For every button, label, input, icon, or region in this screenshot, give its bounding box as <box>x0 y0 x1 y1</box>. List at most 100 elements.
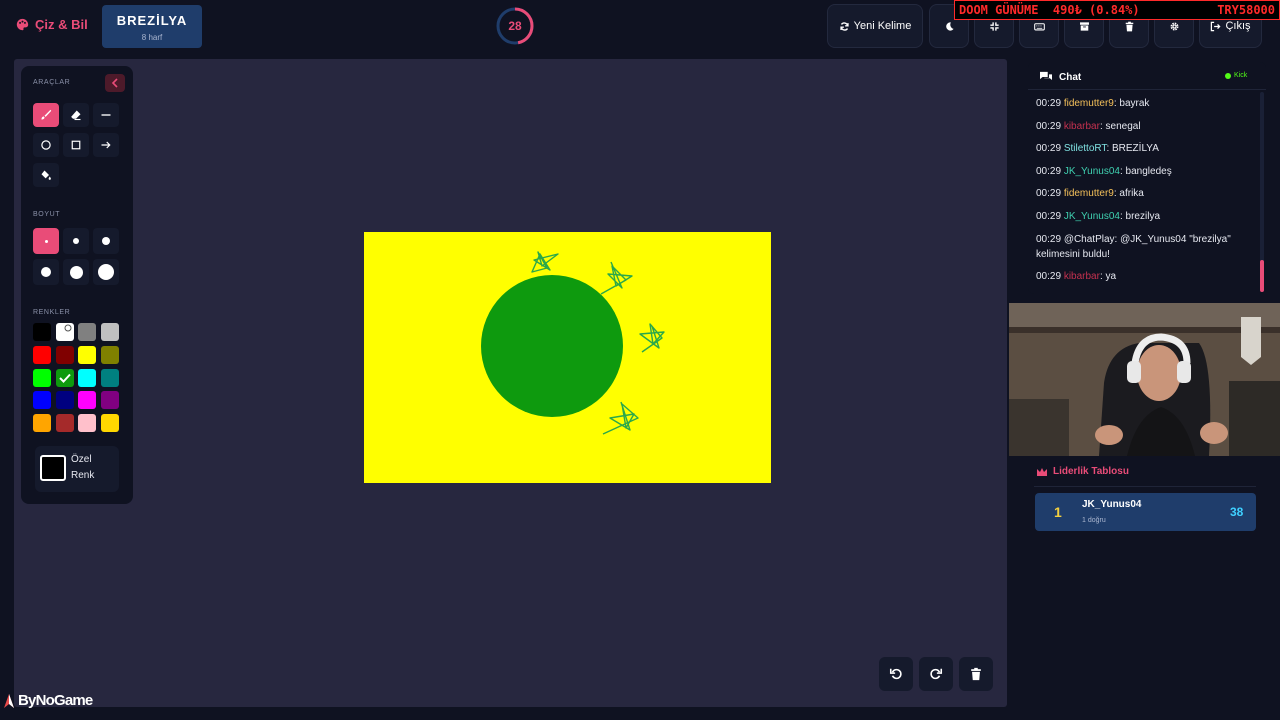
message-user[interactable]: kibarbar <box>1064 271 1100 282</box>
paint-bucket-icon <box>41 170 51 180</box>
redo-icon <box>930 668 943 680</box>
chat-message: 00:29 JK_Yunus04: brezilya <box>1036 209 1258 224</box>
message-user[interactable]: JK_Yunus04 <box>1064 166 1120 177</box>
message-time: 00:29 <box>1036 210 1064 222</box>
collapse-panel-button[interactable] <box>105 74 125 92</box>
message-user[interactable]: fidemutter9 <box>1064 188 1114 199</box>
comments-icon <box>1040 71 1052 80</box>
undo-button[interactable] <box>879 657 913 691</box>
message-text: : bangledeş <box>1119 165 1172 177</box>
color-swatch[interactable] <box>33 414 51 433</box>
line-icon <box>101 114 111 116</box>
color-swatch[interactable] <box>33 368 51 387</box>
message-time: 00:29 <box>1036 143 1064 155</box>
color-swatch[interactable] <box>78 323 96 341</box>
size-option-4[interactable] <box>33 259 59 285</box>
message-time: 00:29 <box>1036 188 1064 200</box>
color-swatch[interactable] <box>100 323 119 341</box>
color-swatch[interactable] <box>33 391 51 410</box>
chat-message: 00:29 @ChatPlay: @JK_Yunus04 "brezilya" … <box>1036 232 1258 262</box>
color-swatch[interactable] <box>33 323 51 341</box>
colors-section-title: RENKLER <box>33 309 71 316</box>
fullscreen-icon <box>989 21 999 31</box>
size-option-5[interactable] <box>63 259 89 285</box>
chat-messages: 00:29 fidemutter9: bayrak 00:29 kibarbar:… <box>1036 96 1258 292</box>
player-rank: 1 <box>1054 504 1062 520</box>
color-swatch[interactable] <box>78 368 96 387</box>
player-correct-count: 1 doğru <box>1082 517 1106 524</box>
clear-canvas-button[interactable] <box>959 657 993 691</box>
message-user[interactable]: kibarbar <box>1064 121 1100 132</box>
redo-button[interactable] <box>919 657 953 691</box>
color-swatch[interactable] <box>55 368 74 387</box>
size-option-1[interactable] <box>33 228 59 254</box>
chat-scrollbar[interactable] <box>1260 92 1264 292</box>
chevron-left-icon <box>111 78 118 88</box>
size-option-2[interactable] <box>63 228 89 254</box>
size-section-title: BOYUT <box>33 211 61 218</box>
check-icon <box>58 373 71 383</box>
logout-label: Çıkış <box>1225 20 1251 32</box>
custom-color-button[interactable]: Özel Renk <box>35 446 119 492</box>
platform-name: Kick <box>1234 72 1248 79</box>
message-user[interactable]: fidemutter9 <box>1064 98 1114 109</box>
watermark-text: ByNoGame <box>18 692 93 709</box>
chat-panel: Chat Kick 00:29 fidemutter9: bayrak 00:29… <box>1028 62 1266 294</box>
message-time: 00:29 <box>1036 165 1064 177</box>
color-swatch[interactable] <box>55 345 74 364</box>
brand-name: Çiz & Bil <box>35 17 88 32</box>
chat-scroll-thumb[interactable] <box>1260 260 1264 292</box>
eraser-tool[interactable] <box>63 103 89 127</box>
line-tool[interactable] <box>93 103 119 127</box>
message-user[interactable]: StilettoRT <box>1064 143 1107 154</box>
message-text: : ya <box>1099 271 1117 283</box>
drawing-image <box>364 232 771 483</box>
current-word-box: BREZİLYA 8 harf <box>102 5 202 48</box>
color-swatch[interactable] <box>100 414 119 433</box>
size-option-3[interactable] <box>93 228 119 254</box>
message-time: 00:29 <box>1036 233 1064 245</box>
webcam-feed <box>1009 303 1280 456</box>
leaderboard-title: Liderlik Tablosu <box>1036 466 1129 477</box>
color-swatch[interactable] <box>55 414 74 433</box>
chat-message: 00:29 fidemutter9: afrika <box>1036 186 1258 201</box>
color-swatch[interactable] <box>78 391 96 410</box>
tools-section-title: ARAÇLAR <box>33 79 71 86</box>
crown-icon <box>1037 467 1047 476</box>
circle-tool[interactable] <box>33 133 59 157</box>
color-swatch[interactable] <box>55 391 74 410</box>
rectangle-tool[interactable] <box>63 133 89 157</box>
brush-tool[interactable] <box>33 103 59 127</box>
brush-icon <box>41 109 52 120</box>
message-time: 00:29 <box>1036 271 1064 283</box>
brand: Çiz & Bil <box>16 17 88 32</box>
color-swatch[interactable] <box>100 368 119 387</box>
trash-icon <box>1125 21 1133 31</box>
leaderboard-title-text: Liderlik Tablosu <box>1053 466 1129 477</box>
stream-ticker: DOOM GÜNÜME 490₺ (0.84%) TRY58000 <box>954 0 1280 20</box>
chat-header: Chat Kick <box>1028 62 1266 90</box>
leaderboard-row: 1 JK_Yunus04 1 doğru 38 <box>1035 493 1256 531</box>
ticker-right: TRY58000 <box>1217 3 1275 17</box>
message-user[interactable]: @ChatPlay <box>1064 234 1115 245</box>
undo-icon <box>889 668 902 680</box>
message-text: : bayrak <box>1113 98 1150 109</box>
message-time: 00:29 <box>1036 120 1064 132</box>
size-option-6[interactable] <box>93 259 119 285</box>
color-swatch[interactable] <box>55 323 74 341</box>
new-word-button[interactable]: Yeni Kelime <box>827 4 923 48</box>
fill-tool[interactable] <box>33 163 59 187</box>
color-swatch[interactable] <box>33 345 51 364</box>
message-text: : senegal <box>1099 120 1141 132</box>
chat-message: 00:29 kibarbar: senegal <box>1036 119 1258 134</box>
color-swatch[interactable] <box>78 414 96 433</box>
square-icon <box>71 140 81 150</box>
color-swatch[interactable] <box>100 345 119 364</box>
chat-message: 00:29 fidemutter9: bayrak <box>1036 96 1258 111</box>
color-swatch[interactable] <box>100 391 119 410</box>
arrow-tool[interactable] <box>93 133 119 157</box>
message-user[interactable]: JK_Yunus04 <box>1064 211 1120 222</box>
trash-icon <box>971 667 981 681</box>
color-picker-dot-icon <box>64 324 71 332</box>
color-swatch[interactable] <box>78 345 96 364</box>
